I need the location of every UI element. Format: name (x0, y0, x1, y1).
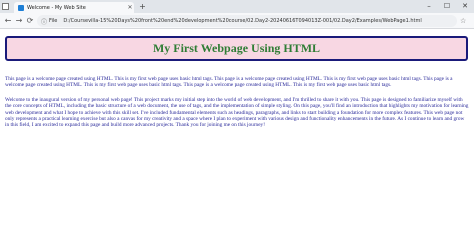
tab-welcome[interactable]: Welcome - My Web Site ✕ (14, 2, 134, 13)
tab-title: Welcome - My Web Site (27, 4, 86, 11)
back-button[interactable]: ← (3, 16, 13, 26)
page-content: My First Webpage Using HTML This page is… (0, 30, 474, 252)
reload-button[interactable]: ⟳ (25, 16, 35, 26)
window-menu-icon[interactable] (2, 3, 9, 10)
new-tab-button[interactable]: + (138, 2, 147, 11)
address-bar[interactable]: ⓘ File D:/Coursevilla-15%20Days%20front%… (37, 15, 457, 27)
close-window-icon[interactable]: ✕ (456, 0, 474, 13)
intro-paragraph: This page is a welcome page created usin… (5, 76, 453, 89)
browser-toolbar: ← → ⟳ ⓘ File D:/Coursevilla-15%20Days%20… (0, 13, 474, 29)
page-favicon-icon (18, 4, 24, 11)
minimize-icon[interactable]: – (420, 0, 438, 13)
file-chip: File (49, 18, 58, 24)
forward-button[interactable]: → (14, 16, 24, 26)
bookmark-star-icon[interactable]: ☆ (460, 17, 466, 25)
welcome-paragraph: Welcome to the inaugural version of my p… (5, 97, 469, 129)
address-url[interactable]: D:/Coursevilla-15%20Days%20front%20end%2… (63, 18, 421, 24)
tab-strip: Welcome - My Web Site ✕ + – ☐ ✕ (0, 0, 474, 13)
heading-banner: My First Webpage Using HTML (5, 36, 468, 61)
page-title: My First Webpage Using HTML (152, 41, 321, 55)
file-info-icon[interactable]: ⓘ (41, 17, 47, 26)
maximize-icon[interactable]: ☐ (438, 0, 456, 13)
tab-close-icon[interactable]: ✕ (126, 4, 134, 11)
